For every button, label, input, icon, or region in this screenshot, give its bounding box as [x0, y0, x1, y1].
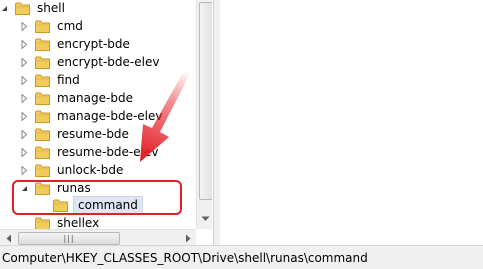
collapsed-triangle-icon[interactable] [20, 107, 29, 125]
tree-item-label: cmd [57, 19, 83, 33]
tree-item-label: manage-bde [57, 91, 133, 105]
folder-icon [35, 128, 50, 141]
status-bar: Computer\HKEY_CLASSES_ROOT\Drive\shell\r… [0, 245, 483, 269]
annotation-highlight-box [12, 180, 182, 215]
folder-icon [35, 110, 50, 123]
expanded-triangle-icon[interactable] [0, 0, 9, 17]
tree-item-label: unlock-bde [57, 163, 124, 177]
folder-icon [35, 164, 50, 177]
scroll-right-arrow-icon[interactable] [179, 230, 196, 245]
horizontal-scrollbar-thumb[interactable]: ||| [18, 232, 120, 245]
tree-item-shell[interactable]: shell [0, 0, 67, 17]
folder-icon [35, 74, 50, 87]
registry-values-pane[interactable] [220, 0, 483, 245]
tree-item-label: manage-bde-elev [57, 109, 163, 123]
tree-item-label: find [57, 73, 80, 87]
collapsed-triangle-icon[interactable] [20, 53, 29, 71]
tree-item-label: resume-bde [57, 127, 129, 141]
collapsed-triangle-icon[interactable] [20, 125, 29, 143]
tree-item-label: shell [37, 1, 65, 15]
collapsed-triangle-icon[interactable] [20, 89, 29, 107]
collapsed-triangle-icon[interactable] [20, 143, 29, 161]
folder-icon [15, 2, 30, 15]
tree-item-find[interactable]: find [20, 71, 82, 89]
folder-icon [35, 92, 50, 105]
folder-icon [35, 217, 50, 230]
vertical-scrollbar-thumb[interactable] [199, 2, 212, 200]
tree-item-label: resume-bde-elev [57, 145, 159, 159]
tree-item-encrypt-bde-elev[interactable]: encrypt-bde-elev [20, 53, 161, 71]
folder-icon [35, 38, 50, 51]
tree-item-resume-bde-elev[interactable]: resume-bde-elev [20, 143, 160, 161]
collapsed-triangle-icon[interactable] [20, 71, 29, 89]
vertical-scrollbar[interactable] [196, 0, 212, 229]
tree-item-resume-bde[interactable]: resume-bde [20, 125, 131, 143]
tree-item-cmd[interactable]: cmd [20, 17, 85, 35]
folder-icon [35, 56, 50, 69]
collapsed-triangle-icon[interactable] [20, 161, 29, 179]
folder-icon [35, 20, 50, 33]
collapsed-triangle-icon[interactable] [20, 17, 29, 35]
collapsed-triangle-icon[interactable] [20, 35, 29, 53]
tree-item-label: encrypt-bde [57, 37, 130, 51]
tree-item-manage-bde-elev[interactable]: manage-bde-elev [20, 107, 164, 125]
scrollbar-grip: ||| [63, 234, 75, 243]
horizontal-scrollbar[interactable]: ||| [0, 229, 196, 245]
tree-item-unlock-bde[interactable]: unlock-bde [20, 161, 125, 179]
tree-item-manage-bde[interactable]: manage-bde [20, 89, 135, 107]
scroll-left-arrow-icon[interactable] [0, 230, 17, 245]
scroll-down-arrow-icon[interactable] [197, 210, 212, 227]
tree-item-label: encrypt-bde-elev [57, 55, 160, 69]
status-path: Computer\HKEY_CLASSES_ROOT\Drive\shell\r… [2, 250, 368, 265]
folder-icon [35, 146, 50, 159]
tree-item-encrypt-bde[interactable]: encrypt-bde [20, 35, 132, 53]
